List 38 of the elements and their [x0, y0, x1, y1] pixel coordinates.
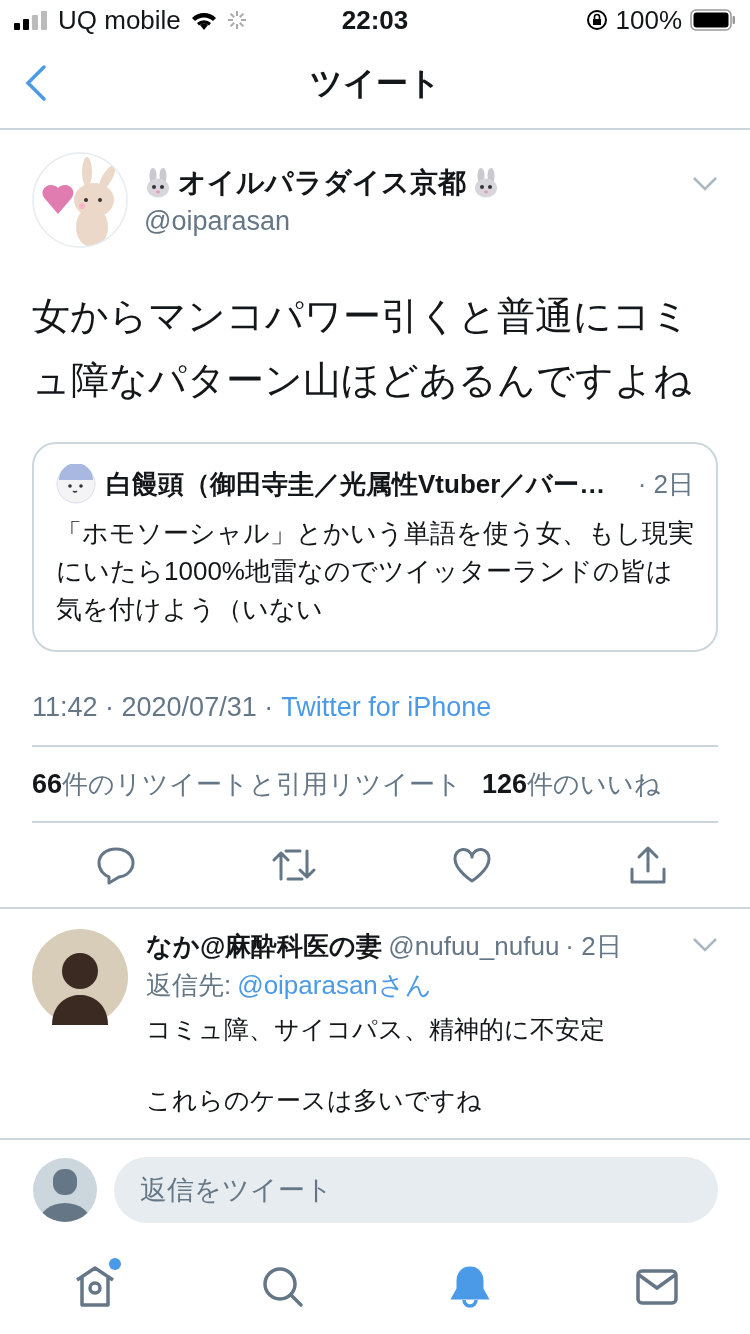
reply-user-handle[interactable]: @nufuu_nufuu — [388, 931, 560, 962]
reply-user-name[interactable]: なか@麻酔科医の妻 — [146, 929, 383, 964]
bell-icon — [448, 1265, 491, 1309]
mail-icon — [635, 1269, 678, 1305]
rotation-lock-icon — [585, 9, 608, 31]
tweet-text: 女からマンコパワー引くと普通にコミュ障なパターン山ほどあるんですよね — [32, 294, 693, 403]
user-name[interactable]: オイルパラダイス京都 — [178, 163, 466, 202]
rabbit-icon — [144, 167, 172, 198]
signal-icon — [14, 10, 50, 30]
like-button[interactable] — [452, 847, 492, 883]
quoted-tweet-card[interactable]: 白饅頭（御田寺圭／光属性Vtuber／バー… · 2日 「ホモソーシャル」とかいう単語を使う女、もし現実にいたら1000%地雷なのでツイッターランドの皆は気を付けよう（いない — [32, 442, 718, 652]
reply-input-field[interactable]: 返信をツイート — [114, 1157, 718, 1223]
status-time: 22:03 — [341, 4, 409, 36]
retweet-button[interactable] — [272, 847, 316, 883]
tweet-timestamp: 11:42 · 2020/07/31 · — [32, 692, 274, 723]
loading-icon — [226, 10, 247, 30]
user-handle[interactable]: @oiparasan — [144, 205, 676, 237]
reply-text: コミュ障、サイコパス、精神的に不安定 — [146, 1014, 606, 1045]
page-title: ツイート — [309, 64, 441, 103]
share-button[interactable] — [628, 845, 668, 885]
reply-button[interactable] — [96, 845, 136, 885]
rabbit-icon — [472, 167, 500, 198]
battery-percent: 100% — [615, 4, 682, 36]
quoted-time: · 2日 — [637, 467, 694, 501]
engagement-count[interactable]: 66件のリツイートと引用リツイート — [32, 766, 463, 802]
search-icon — [261, 1266, 304, 1308]
back-button[interactable] — [24, 64, 48, 102]
reply-text: これらのケースは多いですね — [146, 1085, 483, 1116]
carrier-name: UQ mobile — [58, 4, 181, 36]
quoted-avatar-icon — [56, 464, 96, 504]
notification-dot — [108, 1258, 121, 1270]
quoted-text: 「ホモソーシャル」とかいう単語を使う女、もし現実にいたら1000%地雷なのでツイッターランドの皆は気を付けよう（いない — [56, 517, 694, 626]
reply-to-label: 返信先: — [146, 969, 232, 1002]
reply-time: · 2日 — [565, 930, 622, 963]
reply-avatar-icon[interactable] — [32, 929, 128, 1025]
quoted-user-name: 白饅頭（御田寺圭／光属性Vtuber／バー… — [106, 467, 606, 501]
engagement-count[interactable]: 126件のいいね — [482, 766, 662, 802]
battery-icon — [690, 9, 736, 31]
